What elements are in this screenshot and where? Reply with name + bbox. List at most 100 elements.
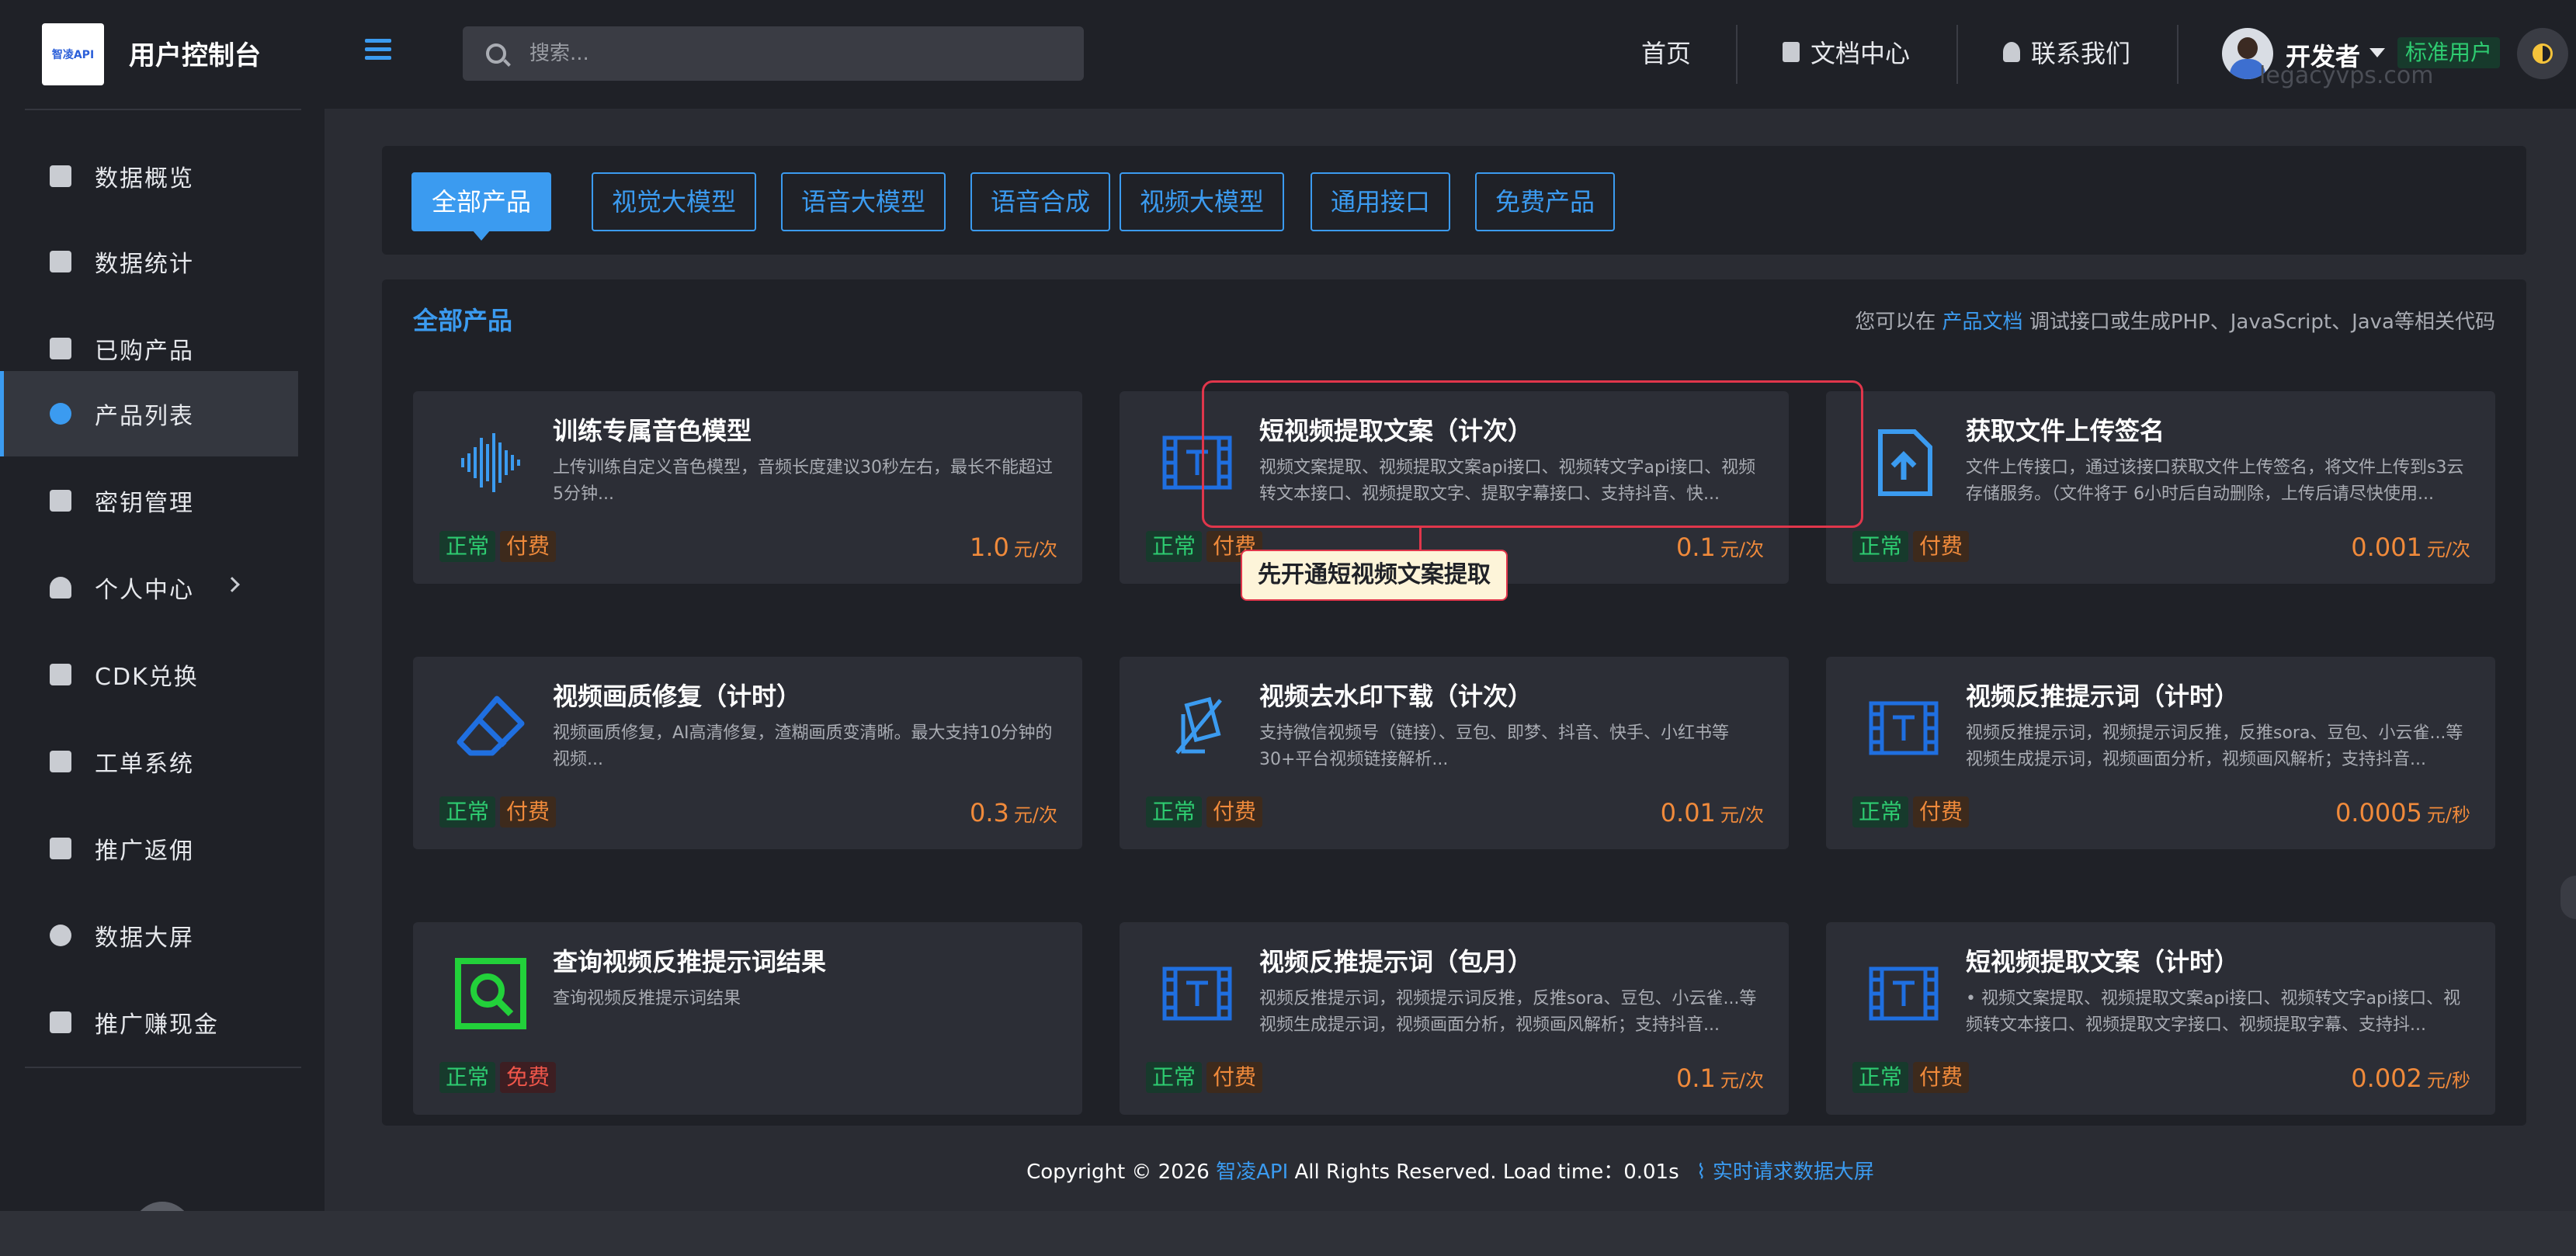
- product-price: 1.0 元/次: [970, 533, 1057, 562]
- nav-divider: [2177, 25, 2178, 84]
- product-desc: 文件上传接口，通过该接口获取文件上传签名，将文件上传到s3云存储服务。（文件将于…: [1966, 458, 2464, 504]
- search-result-icon: [455, 958, 526, 1029]
- sidebar-item-earn-cash[interactable]: 推广赚现金: [0, 980, 298, 1065]
- nav-contact[interactable]: 联系我们: [2003, 34, 2130, 70]
- billing-badge: 付费: [500, 796, 557, 828]
- book-icon: [1783, 42, 1800, 62]
- docs-hint: 您可以在 产品文档 调试接口或生成PHP、JavaScript、Java等相关代…: [1855, 306, 2495, 335]
- watermark-remove-icon: [1175, 696, 1222, 755]
- search-input[interactable]: [529, 42, 1042, 65]
- eraser-icon: [457, 696, 525, 756]
- sidebar-item-data-stats[interactable]: 数据统计: [0, 219, 298, 304]
- status-badge: 正常: [1146, 1062, 1203, 1093]
- menu-toggle-icon[interactable]: [365, 39, 391, 62]
- product-card[interactable]: 视频画质修复（计时） 视频画质修复，AI高清修复，渣糊画质变清晰。最大支持10分…: [413, 657, 1082, 849]
- category-filter-bar: 全部产品 视觉大模型 语音大模型 语音合成 视频大模型 通用接口 免费产品: [382, 146, 2526, 255]
- docs-link[interactable]: 产品文档: [1942, 311, 2023, 334]
- billing-badge: 付费: [500, 531, 557, 562]
- price-unit: 元/次: [1720, 539, 1764, 560]
- sidebar-item-product-list[interactable]: 产品列表: [0, 371, 298, 456]
- product-title: 视频画质修复（计时）: [553, 682, 802, 711]
- product-card[interactable]: 训练专属音色模型 上传训练自定义音色模型，音频长度建议30秒左右，最长不能超过5…: [413, 391, 1082, 584]
- product-card[interactable]: 视频反推提示词（包月） 视频反推提示词，视频提示词反推，反推sora、豆包、小云…: [1120, 922, 1789, 1115]
- sidebar-item-cdk[interactable]: CDK兑换: [0, 632, 298, 717]
- search-icon: [486, 43, 506, 64]
- product-title: 视频反推提示词（计时）: [1966, 682, 2240, 711]
- users-icon: [50, 838, 71, 859]
- bottom-bar: [0, 1211, 2576, 1256]
- product-desc: • 视频文案提取、视频提取文案api接口、视频转文字api接口、视频转文本接口、…: [1966, 989, 2461, 1035]
- theme-toggle-button[interactable]: [2517, 28, 2568, 79]
- sidebar-item-label: 密钥管理: [95, 490, 194, 517]
- sidebar-item-tickets[interactable]: 工单系统: [0, 719, 298, 804]
- product-card[interactable]: 视频反推提示词（计时） 视频反推提示词，视频提示词反推，反推sora、豆包、小云…: [1826, 657, 2495, 849]
- product-price: 0.1 元/次: [1676, 1063, 1764, 1093]
- filter-video[interactable]: 视频大模型: [1120, 172, 1285, 231]
- search-box[interactable]: [463, 26, 1084, 81]
- brand-link[interactable]: 智凌API: [1216, 1161, 1288, 1184]
- price-value: 1.0: [970, 533, 1009, 562]
- sidebar-item-label: 推广返佣: [95, 838, 194, 865]
- product-title: 短视频提取文案（计时）: [1966, 947, 2240, 977]
- product-card[interactable]: 查询视频反推提示词结果 查询视频反推提示词结果 正常 免费: [413, 922, 1082, 1115]
- sidebar: 数据概览 数据统计 已购产品 产品列表 密钥管理 个人中心 CDK兑换 工单系统…: [0, 109, 325, 1256]
- filter-free[interactable]: 免费产品: [1475, 172, 1616, 231]
- nav-docs[interactable]: 文档中心: [1783, 34, 1910, 70]
- sidebar-item-keys[interactable]: 密钥管理: [0, 458, 298, 543]
- filter-all[interactable]: 全部产品: [411, 172, 552, 241]
- section-title: 全部产品: [413, 306, 513, 335]
- product-desc: 视频反推提示词，视频提示词反推，反推sora、豆包、小云雀...等视频生成提示词…: [1966, 723, 2463, 769]
- sidebar-item-label: CDK兑换: [95, 664, 199, 691]
- video-text-icon: [1869, 966, 1939, 1021]
- filter-tts[interactable]: 语音合成: [970, 172, 1111, 231]
- nav-docs-label: 文档中心: [1810, 39, 1911, 68]
- filter-speech-model[interactable]: 语音大模型: [781, 172, 946, 231]
- sidebar-item-label: 数据统计: [95, 251, 194, 278]
- logo[interactable]: 智凌API: [42, 23, 104, 85]
- status-badge: 正常: [1852, 796, 1909, 828]
- sidebar-item-referral[interactable]: 推广返佣: [0, 806, 298, 891]
- chevron-down-icon[interactable]: [2369, 48, 2385, 57]
- price-value: 0.001: [2351, 533, 2422, 562]
- floating-handle[interactable]: [2560, 876, 2576, 919]
- status-badge: 正常: [439, 531, 496, 562]
- product-desc: 视频画质修复，AI高清修复，渣糊画质变清晰。最大支持10分钟的视频...: [553, 723, 1053, 769]
- product-desc: 查询视频反推提示词结果: [553, 989, 741, 1008]
- nav-divider: [1736, 25, 1738, 84]
- product-title: 视频反推提示词（包月）: [1259, 947, 1533, 977]
- product-card[interactable]: 短视频提取文案（计时） • 视频文案提取、视频提取文案api接口、视频转文字ap…: [1826, 922, 2495, 1115]
- filter-vision[interactable]: 视觉大模型: [592, 172, 757, 231]
- footer: Copyright © 2026 智凌API All Rights Reserv…: [325, 1133, 2576, 1211]
- filter-general[interactable]: 通用接口: [1311, 172, 1451, 231]
- product-price: 0.1 元/次: [1676, 533, 1764, 562]
- sidebar-item-label: 数据概览: [95, 165, 194, 193]
- sidebar-item-profile[interactable]: 个人中心: [0, 545, 298, 630]
- product-price: 0.001 元/次: [2351, 533, 2470, 562]
- price-unit: 元/次: [1013, 804, 1057, 826]
- docs-hint-prefix: 您可以在: [1855, 311, 1936, 334]
- status-badge: 正常: [1852, 531, 1909, 562]
- user-icon: [2003, 42, 2020, 62]
- sidebar-item-dashboard[interactable]: 数据大屏: [0, 893, 298, 978]
- nav-home-label: 首页: [1641, 39, 1692, 68]
- billing-badge: 免费: [500, 1062, 557, 1093]
- video-text-icon: [1162, 966, 1232, 1021]
- nav-contact-label: 联系我们: [2031, 39, 2131, 68]
- top-header: 智凌API 用户控制台 首页 文档中心 联系我们 开发者 标准用户 legacy…: [0, 0, 2576, 109]
- video-text-icon: [1869, 701, 1939, 755]
- main-content: 全部产品 视觉大模型 语音大模型 语音合成 视频大模型 通用接口 免费产品 全部…: [325, 109, 2576, 1133]
- status-badge: 正常: [439, 1062, 496, 1093]
- key-icon: [50, 490, 71, 512]
- product-title: 视频去水印下载（计次）: [1259, 682, 1533, 711]
- sidebar-item-data-overview[interactable]: 数据概览: [0, 134, 298, 219]
- product-card[interactable]: 获取文件上传签名 文件上传接口，通过该接口获取文件上传签名，将文件上传到s3云存…: [1826, 391, 2495, 584]
- nav-home[interactable]: 首页: [1641, 34, 1691, 70]
- product-title: 训练专属音色模型: [553, 416, 752, 446]
- chart-area-icon: [50, 165, 71, 187]
- product-price: 0.3 元/次: [970, 798, 1057, 828]
- billing-badge: 付费: [1913, 531, 1970, 562]
- product-card[interactable]: 视频去水印下载（计次） 支持微信视频号（链接）、豆包、即梦、抖音、快手、小红书等…: [1120, 657, 1789, 849]
- price-value: 0.1: [1676, 533, 1716, 562]
- live-dashboard-link[interactable]: ⌇ 实时请求数据大屏: [1696, 1161, 1874, 1184]
- sidebar-item-label: 推广赚现金: [95, 1011, 219, 1039]
